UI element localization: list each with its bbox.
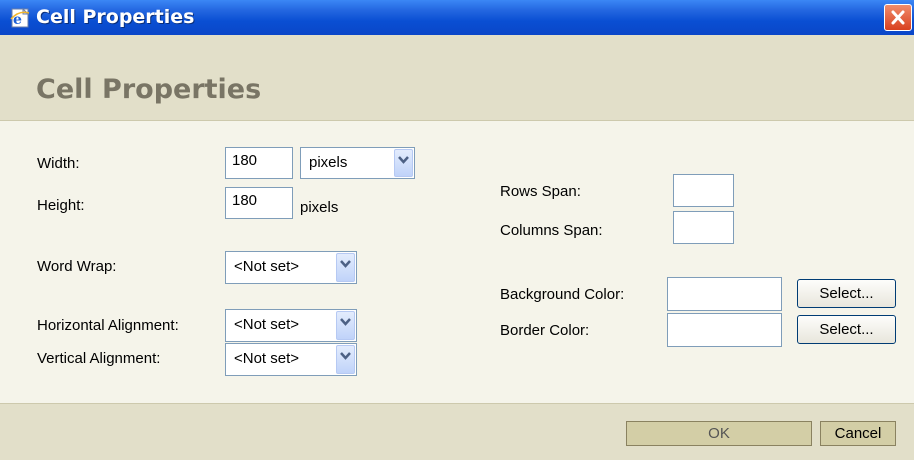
height-input[interactable]: 180 bbox=[225, 187, 293, 219]
horizontal-alignment-value: <Not set> bbox=[234, 316, 300, 333]
width-label: Width: bbox=[37, 155, 80, 172]
title-bar[interactable]: e Cell Properties bbox=[0, 0, 914, 35]
height-label: Height: bbox=[37, 197, 85, 214]
ie-document-icon: e bbox=[10, 7, 32, 28]
height-value: 180 bbox=[232, 192, 258, 209]
close-button[interactable] bbox=[884, 4, 912, 31]
background-color-select-button[interactable]: Select... bbox=[797, 279, 896, 308]
rows-span-input[interactable] bbox=[673, 174, 734, 207]
vertical-alignment-value: <Not set> bbox=[234, 350, 300, 367]
horizontal-alignment-select[interactable]: <Not set> bbox=[225, 309, 357, 342]
page-title: Cell Properties bbox=[36, 74, 262, 105]
word-wrap-label: Word Wrap: bbox=[37, 258, 117, 275]
vertical-alignment-label: Vertical Alignment: bbox=[37, 350, 161, 367]
horizontal-alignment-label: Horizontal Alignment: bbox=[37, 317, 179, 334]
columns-span-label: Columns Span: bbox=[500, 222, 603, 239]
chevron-down-icon bbox=[336, 311, 355, 340]
border-color-input[interactable] bbox=[667, 313, 782, 347]
background-color-label: Background Color: bbox=[500, 286, 625, 303]
chevron-down-icon bbox=[336, 345, 355, 374]
width-unit-value: pixels bbox=[309, 154, 348, 171]
word-wrap-value: <Not set> bbox=[234, 258, 300, 275]
window-title: Cell Properties bbox=[36, 6, 195, 28]
columns-span-input[interactable] bbox=[673, 211, 734, 244]
vertical-alignment-select[interactable]: <Not set> bbox=[225, 343, 357, 376]
cell-properties-dialog: e Cell Properties Cell Properties Width:… bbox=[0, 0, 914, 460]
chevron-down-icon bbox=[336, 253, 355, 282]
chevron-down-icon bbox=[394, 149, 413, 177]
width-input[interactable]: 180 bbox=[225, 147, 293, 179]
cancel-button[interactable]: Cancel bbox=[820, 421, 896, 446]
height-unit-label: pixels bbox=[300, 199, 339, 216]
background-color-input[interactable] bbox=[667, 277, 782, 311]
border-color-select-button[interactable]: Select... bbox=[797, 315, 896, 344]
border-color-label: Border Color: bbox=[500, 322, 590, 339]
rows-span-label: Rows Span: bbox=[500, 183, 581, 200]
word-wrap-select[interactable]: <Not set> bbox=[225, 251, 357, 284]
width-value: 180 bbox=[232, 152, 258, 169]
width-unit-select[interactable]: pixels bbox=[300, 147, 415, 179]
ok-button[interactable]: OK bbox=[626, 421, 812, 446]
